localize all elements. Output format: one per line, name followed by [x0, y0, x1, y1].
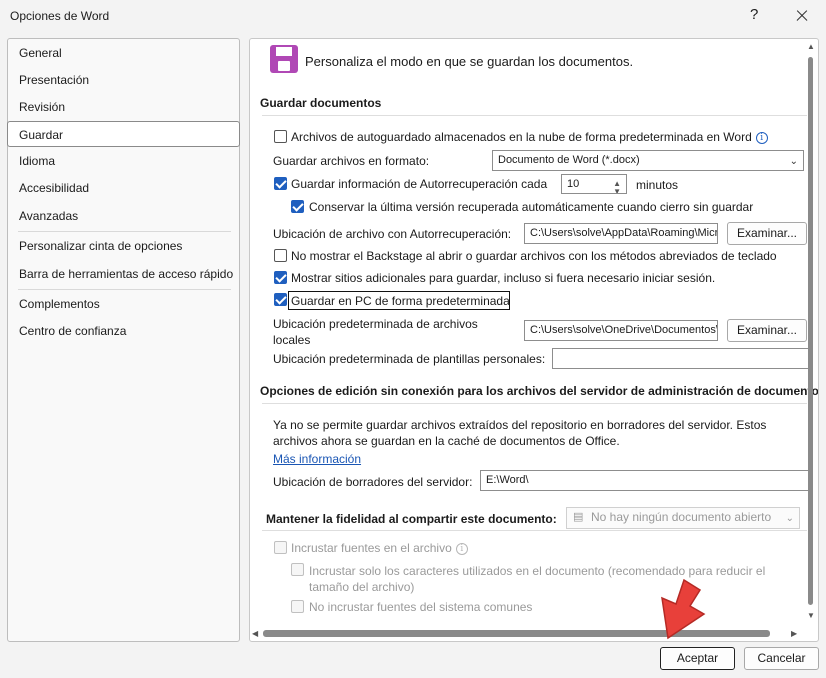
save-options-panel: Personaliza el modo en que se guardan lo… [249, 38, 819, 642]
save-pc-checkbox[interactable] [274, 293, 287, 306]
nav-item-guardar[interactable]: Guardar [7, 121, 240, 147]
embed-fonts-checkbox[interactable] [274, 541, 287, 554]
vertical-scroll-thumb[interactable] [808, 57, 813, 605]
autorecover-browse-button[interactable]: Examinar... [727, 222, 807, 245]
help-icon[interactable]: ? [750, 6, 758, 23]
embed-used-checkbox[interactable] [291, 563, 304, 576]
window-title: Opciones de Word [10, 9, 110, 23]
nav-item-idioma[interactable]: Idioma [8, 148, 239, 174]
nav-item-presentacion[interactable]: Presentación [8, 67, 239, 93]
templates-location-field[interactable] [552, 348, 812, 369]
offline-description: Ya no se permite guardar archivos extraí… [273, 418, 767, 448]
panel-header: Personaliza el modo en que se guardan lo… [305, 54, 634, 69]
nav-item-accesibilidad[interactable]: Accesibilidad [8, 175, 239, 201]
info-icon: i [455, 543, 468, 555]
drafts-location-label: Ubicación de borradores del servidor: [273, 475, 473, 489]
no-backstage-checkbox[interactable] [274, 249, 287, 262]
section-title-offline: Opciones de edición sin conexión para lo… [260, 384, 819, 398]
document-icon: ▤ [573, 511, 584, 523]
fidelity-document-select[interactable]: ▤ No hay ningún documento abierto ⌄ [566, 507, 800, 529]
section-rule [262, 403, 807, 404]
red-arrow-annotation [661, 578, 706, 640]
close-icon[interactable] [790, 4, 816, 28]
vertical-scrollbar[interactable]: ▲ ▼ [804, 39, 817, 624]
ok-button[interactable]: Aceptar [660, 647, 735, 670]
scroll-right-icon[interactable]: ▶ [791, 629, 797, 638]
local-location-field[interactable]: C:\Users\solve\OneDrive\Documentos\ [524, 320, 718, 341]
dropdown-chevron-icon: ⌄ [785, 513, 794, 524]
local-browse-button[interactable]: Examinar... [727, 319, 807, 342]
autorecover-checkbox[interactable] [274, 177, 287, 190]
no-backstage-label: No mostrar el Backstage al abrir o guard… [291, 249, 777, 263]
nav-item-revision[interactable]: Revisión [8, 94, 239, 120]
drafts-location-field[interactable]: E:\Word\ [480, 470, 812, 491]
options-nav: General Presentación Revisión Guardar Id… [7, 38, 240, 642]
section-title-fidelity: Mantener la fidelidad al compartir este … [266, 512, 557, 526]
embed-fonts-label: Incrustar fuentes en el archivo [291, 541, 452, 555]
nav-item-barra-acceso-rapido[interactable]: Barra de herramientas de acceso rápido [8, 261, 239, 287]
keep-last-checkbox[interactable] [291, 200, 304, 213]
show-places-checkbox[interactable] [274, 271, 287, 284]
scroll-down-icon[interactable]: ▼ [807, 611, 815, 620]
nav-divider [18, 231, 231, 232]
autorecover-minutes-value: 10 [567, 178, 580, 190]
cloud-autosave-row: Archivos de autoguardado almacenados en … [291, 130, 768, 144]
nav-item-centro-confianza[interactable]: Centro de confianza [8, 318, 239, 344]
templates-location-label: Ubicación predeterminada de plantillas p… [273, 352, 546, 366]
minutes-label: minutos [636, 178, 679, 192]
keep-last-label: Conservar la última versión recuperada a… [309, 200, 754, 214]
autorecover-label: Guardar información de Autorrecuperación… [291, 177, 548, 191]
format-value: Documento de Word (*.docx) [498, 154, 640, 166]
no-common-fonts-label: No incrustar fuentes del sistema comunes [309, 600, 533, 614]
section-rule [262, 530, 807, 531]
spin-down-icon[interactable]: ▼ [613, 184, 621, 193]
format-dropdown[interactable]: Documento de Word (*.docx) ⌄ [492, 150, 804, 171]
no-common-fonts-checkbox[interactable] [291, 600, 304, 613]
nav-item-complementos[interactable]: Complementos [8, 291, 239, 317]
cloud-autosave-label: Archivos de autoguardado almacenados en … [291, 130, 752, 144]
autorecover-location-label: Ubicación de archivo con Autorrecuperaci… [273, 227, 512, 241]
scroll-up-icon[interactable]: ▲ [807, 42, 815, 51]
save-icon [270, 45, 298, 73]
show-places-label: Mostrar sitios adicionales para guardar,… [291, 271, 716, 285]
local-location-label: Ubicación predeterminada de archivos loc… [273, 317, 478, 347]
autorecover-location-field[interactable]: C:\Users\solve\AppData\Roaming\Microsoft… [524, 223, 718, 244]
save-pc-label: Guardar en PC de forma predeterminada [291, 294, 510, 308]
autorecover-minutes-spinner[interactable]: 10 ▲ ▼ [561, 174, 627, 194]
nav-divider [18, 289, 231, 290]
section-rule [262, 115, 807, 116]
nav-item-general[interactable]: General [8, 40, 239, 66]
section-title-guardar: Guardar documentos [260, 96, 382, 110]
fidelity-document-value: No hay ningún documento abierto [591, 510, 772, 524]
format-label: Guardar archivos en formato: [273, 154, 430, 168]
title-bar: Opciones de Word ? [0, 0, 826, 32]
more-info-link[interactable]: Más información [273, 452, 361, 466]
cancel-button[interactable]: Cancelar [744, 647, 819, 670]
dropdown-chevron-icon: ⌄ [789, 156, 798, 167]
info-icon: i [755, 132, 768, 144]
nav-item-personalizar-cinta[interactable]: Personalizar cinta de opciones [8, 233, 239, 259]
scroll-left-icon[interactable]: ◀ [252, 629, 258, 638]
nav-item-avanzadas[interactable]: Avanzadas [8, 203, 239, 229]
cloud-autosave-checkbox[interactable] [274, 130, 287, 143]
embed-fonts-row: Incrustar fuentes en el archivo i [291, 541, 468, 555]
